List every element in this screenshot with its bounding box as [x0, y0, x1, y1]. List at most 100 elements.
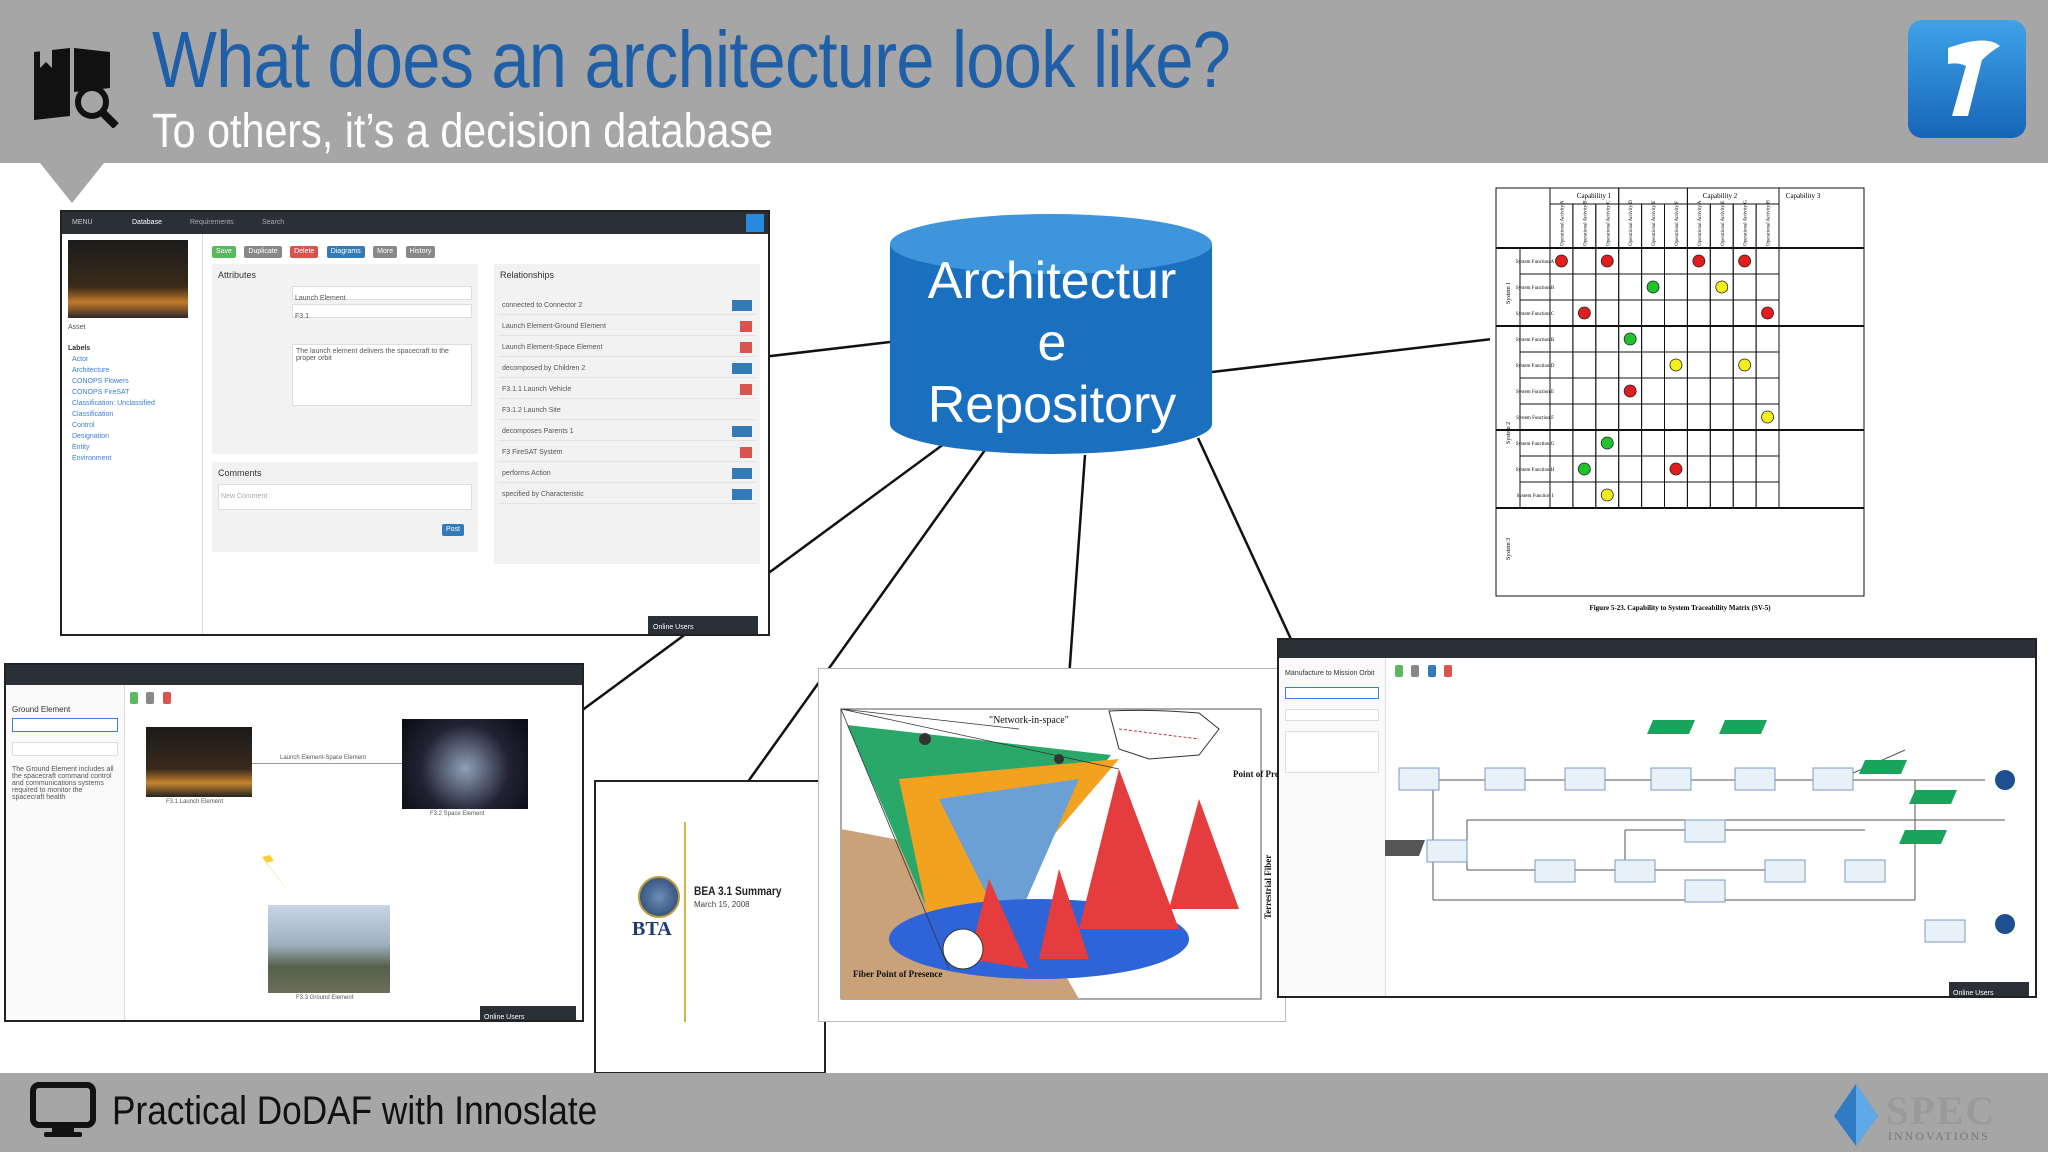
- name-value: Launch Element: [295, 295, 346, 302]
- screen4-delete-button[interactable]: [1444, 665, 1453, 677]
- screen2-open-button[interactable]: [146, 692, 155, 704]
- delete-button[interactable]: Delete: [290, 246, 319, 258]
- capability-label: Capability 2: [1703, 192, 1738, 200]
- label-item[interactable]: Entity: [72, 444, 192, 451]
- label-item[interactable]: Classification: Unclassified: [72, 400, 192, 407]
- label-item[interactable]: Classification: [72, 411, 192, 418]
- comment-input[interactable]: New Comment: [218, 484, 472, 510]
- screen-action-diagram: Manufacture to Mission Orbit Online User…: [1277, 638, 2037, 998]
- add-button[interactable]: [732, 426, 752, 437]
- save-button[interactable]: Save: [212, 246, 236, 258]
- action-node: [1812, 767, 1854, 791]
- satellite-icon: [1054, 754, 1064, 764]
- screen2-description: The Ground Element includes all the spac…: [12, 766, 114, 801]
- relationship-text: Launch Element-Ground Element: [502, 323, 606, 330]
- screen1-nav-database[interactable]: Database: [132, 219, 162, 226]
- action-node: [1764, 859, 1806, 883]
- function-label: System Function I: [1517, 494, 1554, 499]
- screen1-topbar: MENU Database Requirements Search: [62, 212, 768, 234]
- network-diagram: "Network-in-space" Point of Presence Fib…: [818, 668, 1299, 1022]
- screen1-nav-requirements[interactable]: Requirements: [190, 219, 234, 226]
- matrix-dot-green: [1623, 332, 1637, 346]
- duplicate-button[interactable]: Duplicate: [244, 246, 282, 258]
- screen2-number-input[interactable]: [12, 742, 118, 756]
- screen1-nav-search[interactable]: Search: [262, 219, 284, 226]
- screen1-class: Asset: [68, 324, 86, 331]
- diagrams-button[interactable]: Diagrams: [326, 246, 365, 258]
- remove-button[interactable]: [740, 447, 752, 458]
- relationship-row[interactable]: performs Action: [498, 466, 756, 483]
- post-button[interactable]: Post: [441, 524, 464, 536]
- label-item[interactable]: Control: [72, 422, 192, 429]
- label-item[interactable]: CONOPS Flowers: [72, 378, 192, 385]
- label-item[interactable]: Environment: [72, 455, 192, 462]
- action-node: [1684, 819, 1726, 843]
- matrix-dot-yellow: [1761, 410, 1774, 424]
- matrix-dot-green: [1577, 462, 1591, 476]
- relationship-row[interactable]: Launch Element-Ground Element: [498, 319, 756, 336]
- remove-button[interactable]: [740, 342, 752, 353]
- more-button[interactable]: More: [373, 246, 398, 258]
- matrix-dot-yellow: [1715, 280, 1729, 294]
- relationship-text: F3.1.1 Launch Vehicle: [502, 386, 572, 393]
- action-node: [1484, 767, 1526, 791]
- add-button[interactable]: [732, 489, 752, 500]
- relationship-row[interactable]: decomposes Parents 1: [498, 424, 756, 441]
- label-item[interactable]: Designation: [72, 433, 192, 440]
- action-node: [1684, 879, 1726, 903]
- screen2-delete-button[interactable]: [162, 692, 171, 704]
- dod-seal-icon: [638, 876, 680, 918]
- screen2-online-users[interactable]: Online Users: [480, 1006, 576, 1020]
- remove-button[interactable]: [740, 321, 752, 332]
- relationship-row[interactable]: decomposed by Children 2: [498, 361, 756, 378]
- ground-element-image[interactable]: [268, 905, 390, 993]
- space-element-image[interactable]: [402, 719, 528, 809]
- label-item[interactable]: CONOPS FireSAT: [72, 389, 192, 396]
- description-field[interactable]: The launch element delivers the spacecra…: [292, 344, 472, 406]
- matrix-caption: Figure 5-23. Capability to System Tracea…: [1589, 604, 1771, 612]
- label-item[interactable]: Architecture: [72, 367, 192, 374]
- screen2-save-button[interactable]: [130, 692, 138, 704]
- screen4-execute-button[interactable]: [1427, 665, 1436, 677]
- screen4-online-users[interactable]: Online Users: [1949, 982, 2029, 996]
- spec-innovations-logo: SPEC INNOVATIONS: [1828, 1078, 2028, 1148]
- relationship-row[interactable]: Launch Element-Space Element: [498, 340, 756, 357]
- online-users-bar[interactable]: Online Users: [648, 616, 758, 634]
- action-node: [1650, 767, 1692, 791]
- screen2-name-input[interactable]: [12, 718, 118, 732]
- relationship-row[interactable]: connected to Connector 2: [498, 298, 756, 315]
- number-field[interactable]: F3.1: [292, 304, 472, 320]
- capability-label: Capability 1: [1577, 192, 1612, 200]
- add-button[interactable]: [732, 468, 752, 479]
- relationship-text: specified by Characteristic: [502, 491, 584, 498]
- io-node: [1385, 840, 1425, 856]
- launch-element-image[interactable]: [146, 727, 252, 797]
- relationship-row[interactable]: F3.1.2 Launch Site: [498, 403, 756, 420]
- screen4-save-button[interactable]: [1395, 665, 1403, 677]
- screen1-menu[interactable]: MENU: [72, 219, 93, 226]
- screen4-name-input[interactable]: [1285, 687, 1379, 699]
- spec-brand-subtext: INNOVATIONS: [1888, 1129, 1990, 1143]
- bta-title: BEA 3.1 Summary: [694, 884, 782, 898]
- screen4-open-button[interactable]: [1411, 665, 1420, 677]
- history-button[interactable]: History: [405, 246, 436, 258]
- sv5-matrix: Capability 1 Capability 2 Capability 3 S…: [1490, 184, 1870, 616]
- action-node: [1426, 839, 1468, 863]
- remove-button[interactable]: [740, 384, 752, 395]
- add-button[interactable]: [732, 300, 752, 311]
- relationship-text: F3.1.2 Launch Site: [502, 407, 561, 414]
- add-button[interactable]: [732, 363, 752, 374]
- document-rule: [684, 822, 686, 1022]
- screen1-toolbar: Save Duplicate Delete Diagrams More Hist…: [212, 240, 762, 258]
- relationship-row[interactable]: F3.1.1 Launch Vehicle: [498, 382, 756, 399]
- matrix-dot-yellow: [1600, 488, 1614, 502]
- screen4-online-users-label: Online Users: [1953, 990, 1994, 997]
- label-item[interactable]: Actor: [72, 356, 192, 363]
- screen4-number-input[interactable]: [1285, 709, 1379, 721]
- relationship-row[interactable]: specified by Characteristic: [498, 487, 756, 504]
- name-field[interactable]: Launch Element: [292, 286, 472, 302]
- screen4-description-input[interactable]: [1285, 731, 1379, 773]
- relationship-row[interactable]: F3 FireSAT System: [498, 445, 756, 462]
- asset-node: [1647, 720, 1695, 734]
- function-label: System Function D: [1516, 364, 1555, 369]
